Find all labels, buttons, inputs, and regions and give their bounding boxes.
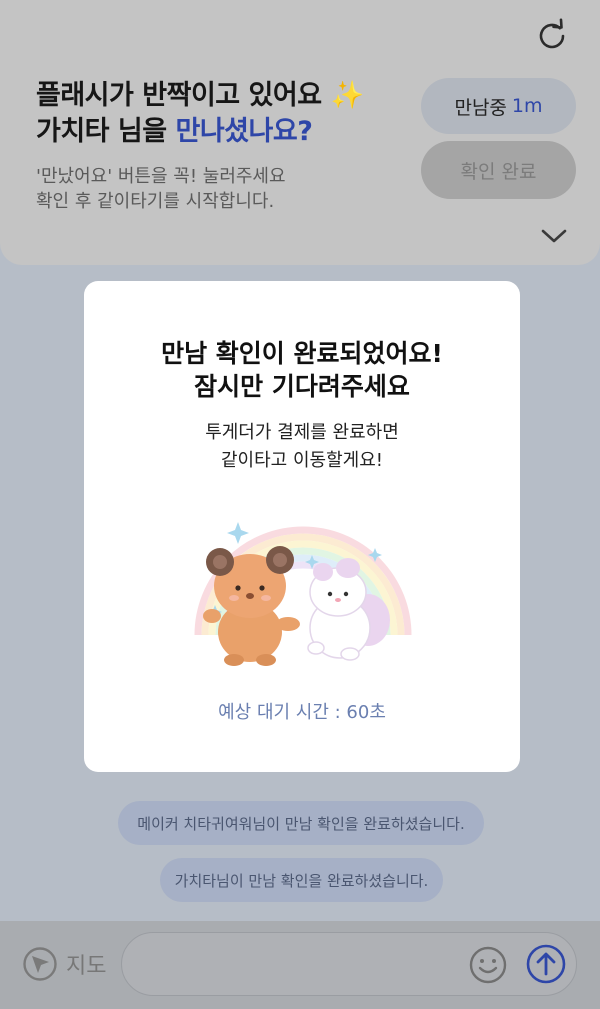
mascot-illustration [194, 522, 412, 666]
card-title: 플래시가 반짝이고 있어요 ✨ 가치타 님을 만나셨나요? [36, 80, 364, 147]
map-button[interactable]: 지도 [22, 946, 106, 982]
confirm-button[interactable]: 확인 완료 [421, 141, 576, 199]
emoji-icon[interactable] [468, 945, 508, 985]
wait-time-label: 예상 대기 시간 : 60초 [218, 702, 386, 723]
modal-description: 투게더가 결제를 완료하면 같이타고 이동할게요! [205, 422, 399, 471]
chevron-down-icon[interactable] [540, 224, 568, 248]
message-input[interactable] [121, 932, 577, 996]
system-message: 메이커 치타귀여워님이 만남 확인을 완료하셨습니다. [118, 801, 484, 845]
confirmation-modal: 만남 확인이 완료되었어요! 잠시만 기다려주세요 투게더가 결제를 완료하면 … [84, 281, 520, 772]
send-icon[interactable] [525, 943, 567, 985]
system-message: 가치타님이 만남 확인을 완료하셨습니다. [160, 858, 443, 902]
refresh-icon[interactable] [534, 18, 570, 54]
modal-title: 만남 확인이 완료되었어요! 잠시만 기다려주세요 [161, 339, 443, 401]
card-subtitle: '만났어요' 버튼을 꼭! 눌러주세요 확인 후 같이타기를 시작합니다. [36, 166, 286, 212]
meeting-status-pill: 만남중 1m [421, 78, 576, 134]
map-label: 지도 [66, 954, 107, 979]
location-arrow-icon [23, 947, 57, 981]
sparkle-icon: ✨ [330, 80, 364, 111]
meeting-status-card: 플래시가 반짝이고 있어요 ✨ 가치타 님을 만나셨나요? '만났어요' 버튼을… [0, 0, 600, 265]
